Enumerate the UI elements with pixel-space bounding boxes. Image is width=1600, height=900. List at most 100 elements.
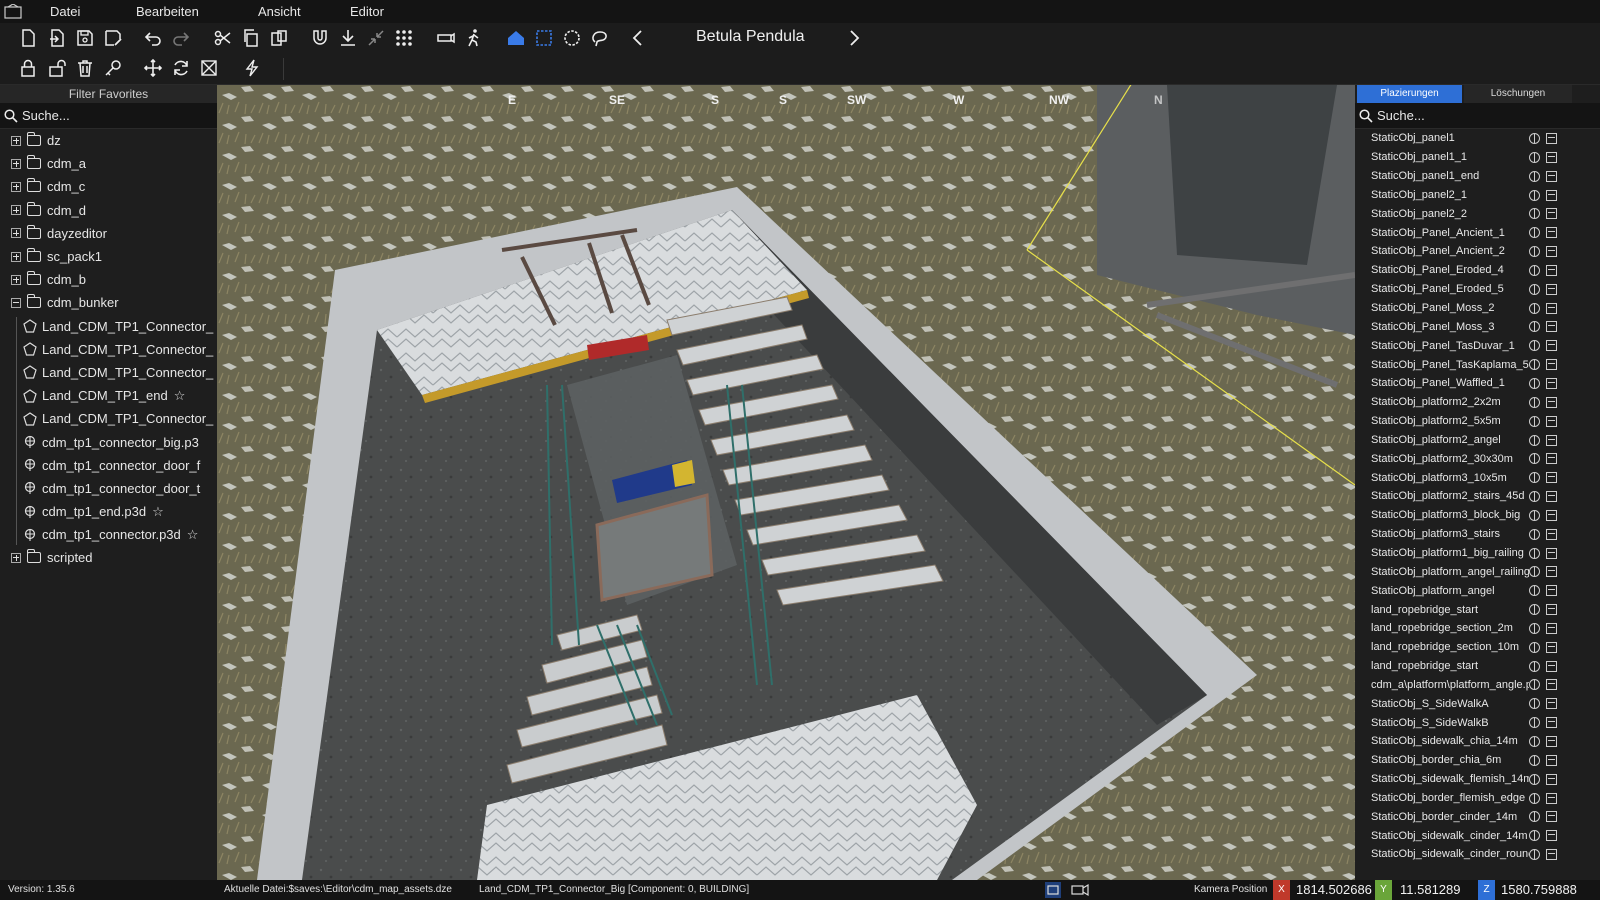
filter-favorites-header[interactable]: Filter Favorites (0, 85, 217, 103)
object-box-icon[interactable] (1546, 321, 1557, 333)
menu-datei[interactable]: Datei (50, 4, 80, 19)
globe-icon[interactable] (1529, 528, 1540, 540)
tab-plazierungen[interactable]: Plazierungen (1357, 85, 1462, 103)
placement-item[interactable]: StaticObj_panel2_1 (1355, 186, 1600, 205)
favorite-star-icon[interactable]: ☆ (174, 388, 186, 404)
placement-item[interactable]: StaticObj_S_SideWalkA (1355, 694, 1600, 713)
tree-asset[interactable]: cdm_tp1_connector.p3d ☆ (0, 523, 217, 546)
globe-icon[interactable] (1529, 170, 1540, 182)
tree-asset[interactable]: cdm_tp1_connector_door_t (0, 477, 217, 500)
globe-icon[interactable] (1529, 604, 1540, 616)
tree-folder[interactable]: cdm_bunker (0, 291, 217, 314)
object-box-icon[interactable] (1546, 754, 1557, 766)
placement-item[interactable]: StaticObj_sidewalk_chia_14m (1355, 732, 1600, 751)
globe-icon[interactable] (1529, 396, 1540, 408)
redo-icon[interactable] (167, 24, 195, 52)
globe-icon[interactable] (1529, 377, 1540, 389)
object-box-icon[interactable] (1546, 660, 1557, 672)
object-box-icon[interactable] (1546, 453, 1557, 465)
placement-item[interactable]: StaticObj_sidewalk_flemish_14m (1355, 770, 1600, 789)
tree-asset[interactable]: Land_CDM_TP1_Connector_ (0, 315, 217, 338)
placement-item[interactable]: StaticObj_panel1 (1355, 129, 1600, 148)
globe-icon[interactable] (1529, 264, 1540, 276)
placement-item[interactable]: StaticObj_Panel_Ancient_1 (1355, 223, 1600, 242)
object-box-icon[interactable] (1546, 359, 1557, 371)
placement-item[interactable]: StaticObj_Panel_TasKaplama_5 (1355, 355, 1600, 374)
object-box-icon[interactable] (1546, 604, 1557, 616)
cut-icon[interactable] (209, 24, 237, 52)
globe-icon[interactable] (1529, 359, 1540, 371)
unlock-icon[interactable] (43, 54, 71, 82)
view-mode-icon[interactable] (1045, 882, 1061, 898)
key-icon[interactable] (99, 54, 127, 82)
object-box-icon[interactable] (1546, 585, 1557, 597)
new-file-icon[interactable] (14, 24, 42, 52)
placement-item[interactable]: StaticObj_platform2_5x5m (1355, 412, 1600, 431)
globe-icon[interactable] (1529, 547, 1540, 559)
globe-icon[interactable] (1529, 811, 1540, 823)
trash-icon[interactable] (71, 54, 99, 82)
tree-folder[interactable]: dayzeditor (0, 222, 217, 245)
placement-item[interactable]: StaticObj_platform2_30x30m (1355, 449, 1600, 468)
expand-toggle-icon[interactable] (11, 228, 21, 239)
favorite-star-icon[interactable]: ☆ (187, 527, 199, 543)
lock-icon[interactable] (14, 54, 42, 82)
tab-loeschungen[interactable]: Löschungen (1464, 85, 1572, 103)
globe-icon[interactable] (1529, 133, 1540, 144)
placement-item[interactable]: StaticObj_border_cinder_14m (1355, 807, 1600, 826)
globe-icon[interactable] (1529, 246, 1540, 258)
object-box-icon[interactable] (1546, 698, 1557, 710)
paste-icon[interactable] (265, 24, 293, 52)
expand-toggle-icon[interactable] (11, 251, 21, 262)
copy-icon[interactable] (237, 24, 265, 52)
placement-item[interactable]: StaticObj_platform_angel (1355, 581, 1600, 600)
globe-icon[interactable] (1529, 283, 1540, 295)
3d-viewport[interactable]: E SE S S SW W NW N (217, 85, 1355, 880)
object-box-icon[interactable] (1546, 773, 1557, 785)
object-box-icon[interactable] (1546, 679, 1557, 691)
tree-folder[interactable]: cdm_d (0, 199, 217, 222)
object-box-icon[interactable] (1546, 377, 1557, 389)
walk-icon[interactable] (460, 24, 488, 52)
placement-item[interactable]: StaticObj_Panel_TasDuvar_1 (1355, 336, 1600, 355)
placement-item[interactable]: land_ropebridge_section_10m (1355, 638, 1600, 657)
menu-editor[interactable]: Editor (350, 4, 384, 19)
undo-icon[interactable] (139, 24, 167, 52)
collapse-icon[interactable] (362, 24, 390, 52)
menu-bearbeiten[interactable]: Bearbeiten (136, 4, 199, 19)
placement-item[interactable]: StaticObj_Panel_Ancient_2 (1355, 242, 1600, 261)
right-search-field[interactable]: Suche... (1355, 103, 1600, 129)
object-box-icon[interactable] (1546, 566, 1557, 578)
placement-item[interactable]: StaticObj_platform2_stairs_45d (1355, 487, 1600, 506)
placement-item[interactable]: StaticObj_panel1_end (1355, 167, 1600, 186)
globe-icon[interactable] (1529, 227, 1540, 239)
save-as-icon[interactable] (99, 24, 127, 52)
prev-arrow-icon[interactable] (624, 24, 652, 52)
globe-icon[interactable] (1529, 566, 1540, 578)
object-box-icon[interactable] (1546, 302, 1557, 314)
globe-icon[interactable] (1529, 472, 1540, 484)
globe-icon[interactable] (1529, 189, 1540, 201)
object-box-icon[interactable] (1546, 736, 1557, 747)
globe-icon[interactable] (1529, 415, 1540, 427)
tree-asset[interactable]: cdm_tp1_end.p3d ☆ (0, 500, 217, 523)
open-file-icon[interactable] (43, 24, 71, 52)
favorite-star-icon[interactable]: ☆ (152, 504, 164, 520)
magnet-icon[interactable] (306, 24, 334, 52)
home-icon[interactable] (502, 24, 530, 52)
placement-item[interactable]: StaticObj_Panel_Moss_2 (1355, 299, 1600, 318)
globe-icon[interactable] (1529, 830, 1540, 842)
globe-icon[interactable] (1529, 679, 1540, 691)
object-box-icon[interactable] (1546, 547, 1557, 559)
placement-item[interactable]: StaticObj_platform3_10x5m (1355, 468, 1600, 487)
object-box-icon[interactable] (1546, 246, 1557, 258)
globe-icon[interactable] (1529, 434, 1540, 446)
expand-toggle-icon[interactable] (11, 205, 21, 216)
tree-asset[interactable]: Land_CDM_TP1_Connector_ (0, 361, 217, 384)
object-box-icon[interactable] (1546, 491, 1557, 503)
placement-item[interactable]: StaticObj_platform1_big_railing (1355, 544, 1600, 563)
globe-icon[interactable] (1529, 773, 1540, 785)
placement-item[interactable]: StaticObj_border_chia_6m (1355, 751, 1600, 770)
globe-icon[interactable] (1529, 302, 1540, 314)
globe-icon[interactable] (1529, 849, 1540, 861)
